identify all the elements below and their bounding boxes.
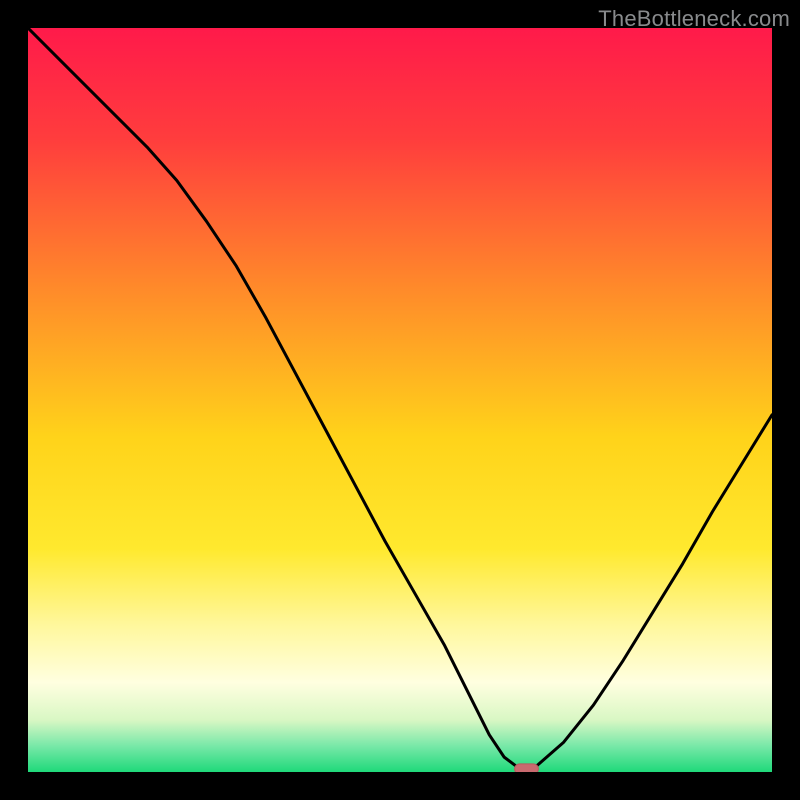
optimal-marker xyxy=(515,764,539,772)
watermark-text: TheBottleneck.com xyxy=(598,6,790,32)
bottleneck-chart xyxy=(28,28,772,772)
chart-container xyxy=(28,28,772,772)
